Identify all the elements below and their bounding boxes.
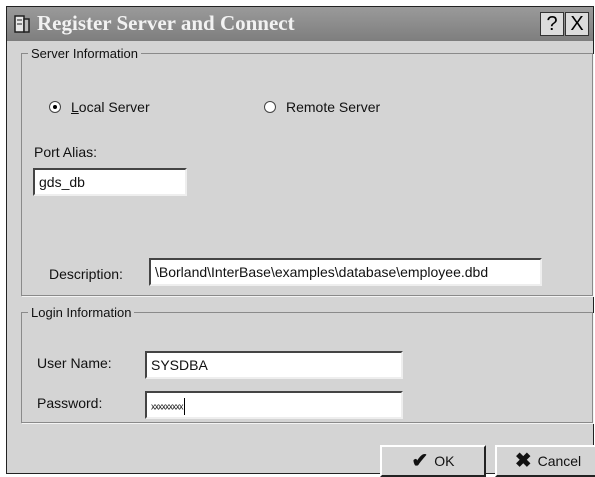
server-information-group: Server Information Local Server Remote S… bbox=[21, 46, 593, 296]
register-server-dialog: Register Server and Connect ? X Server I… bbox=[6, 6, 595, 477]
local-server-radio[interactable]: Local Server bbox=[49, 99, 150, 115]
description-label: Description: bbox=[49, 266, 123, 282]
login-information-legend: Login Information bbox=[31, 305, 132, 320]
remote-server-label: Remote Server bbox=[286, 99, 381, 115]
window-title: Register Server and Connect bbox=[37, 11, 295, 35]
help-button[interactable]: ? bbox=[540, 12, 564, 36]
password-label: Password: bbox=[37, 395, 103, 411]
title-bar[interactable]: Register Server and Connect ? X bbox=[7, 7, 593, 41]
user-name-label: User Name: bbox=[37, 355, 112, 371]
password-mask: xxxxxxxxx bbox=[151, 401, 183, 412]
port-alias-input[interactable]: gds_db bbox=[33, 168, 187, 196]
radio-unchecked-icon bbox=[264, 101, 276, 113]
ok-button-label: OK bbox=[434, 453, 455, 469]
password-input[interactable]: xxxxxxxxx bbox=[145, 391, 403, 419]
remote-server-radio[interactable]: Remote Server bbox=[264, 99, 380, 115]
radio-checked-icon bbox=[49, 101, 61, 113]
server-information-legend: Server Information bbox=[31, 46, 138, 61]
ok-button[interactable]: ✔ OK bbox=[380, 445, 486, 477]
local-server-label: Local Server bbox=[71, 99, 150, 115]
port-alias-label: Port Alias: bbox=[34, 144, 98, 160]
database-server-icon bbox=[14, 15, 30, 33]
close-button[interactable]: X bbox=[565, 12, 589, 36]
x-mark-icon: ✖ bbox=[514, 450, 532, 472]
description-input[interactable]: \Borland\InterBase\examples\database\emp… bbox=[149, 258, 542, 286]
checkmark-icon: ✔ bbox=[411, 450, 429, 472]
user-name-input[interactable]: SYSDBA bbox=[145, 351, 403, 379]
cancel-button[interactable]: ✖ Cancel bbox=[495, 445, 595, 477]
cancel-button-label: Cancel bbox=[537, 453, 582, 469]
login-information-group: Login Information User Name: SYSDBA Pass… bbox=[21, 305, 593, 423]
